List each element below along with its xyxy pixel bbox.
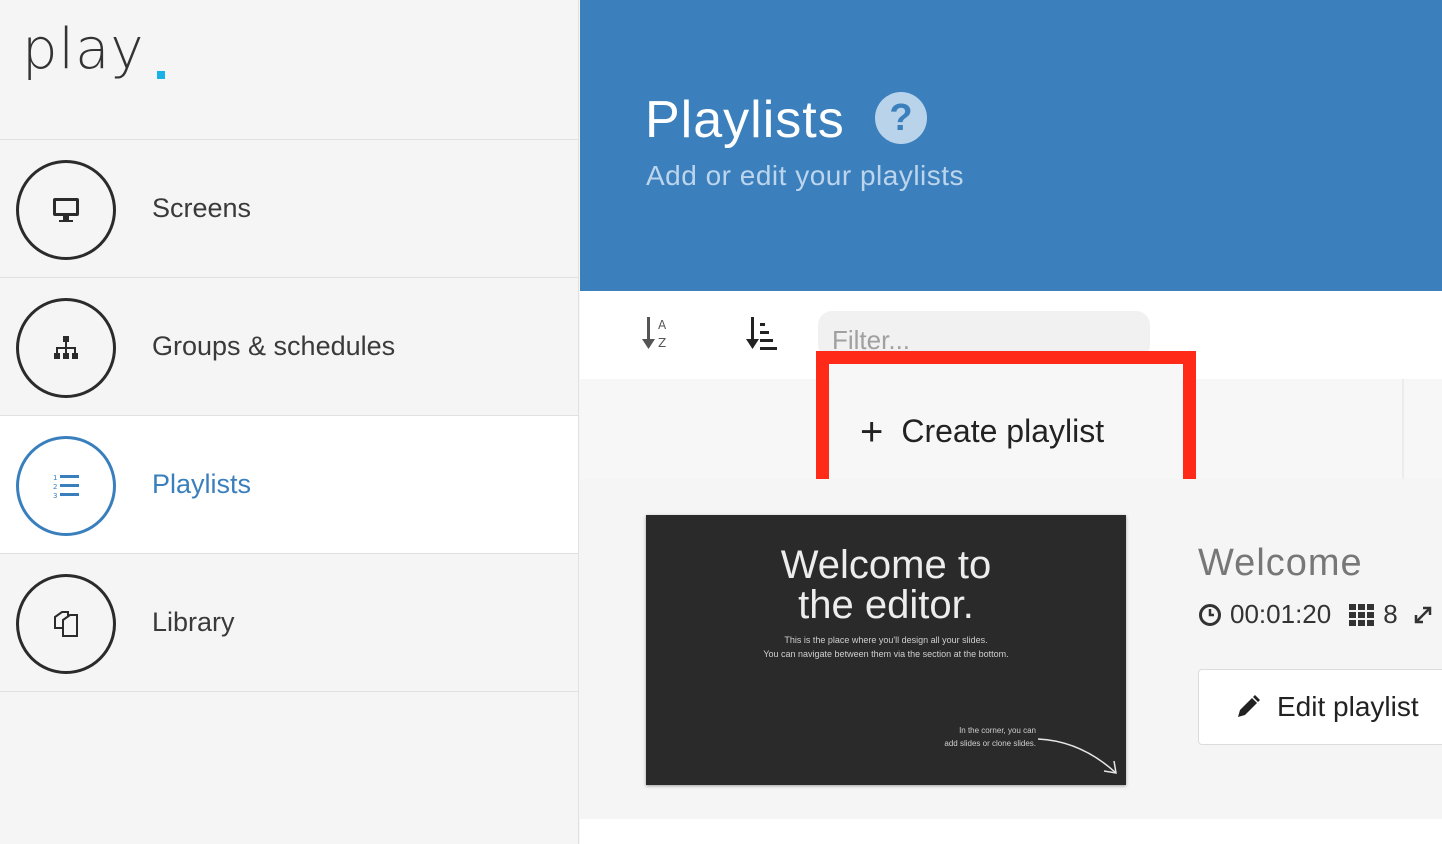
- nav-icon-circle: [16, 160, 116, 260]
- thumbnail-body-line: This is the place where you'll design al…: [784, 635, 988, 645]
- sidebar-item-playlists[interactable]: 1 2 3 Playlists: [0, 416, 578, 554]
- thumbnail-title-line: the editor.: [798, 583, 974, 627]
- thumbnail-title: Welcome to the editor.: [646, 545, 1126, 625]
- svg-text:1: 1: [53, 474, 57, 482]
- svg-text:A: A: [658, 318, 667, 332]
- sidebar-item-label: Groups & schedules: [152, 331, 396, 361]
- list-footer: [580, 819, 1442, 844]
- help-icon[interactable]: ?: [875, 92, 927, 144]
- nav-icon-circle: 1 2 3: [16, 436, 116, 536]
- thumbnail-body-line: You can navigate between them via the se…: [763, 649, 1009, 659]
- edit-playlist-label: Edit playlist: [1277, 691, 1419, 722]
- main-content: Playlists ? Add or edit your playlists A…: [580, 0, 1442, 844]
- page-subtitle: Add or edit your playlists: [646, 160, 965, 191]
- playlist-list: Welcome to the editor. This is the place…: [580, 479, 1442, 819]
- ordered-list-icon: 1 2 3: [53, 474, 79, 500]
- sidebar-item-label: Playlists: [152, 469, 252, 499]
- playlist-meta: 00:01:20 8: [1198, 599, 1442, 630]
- page-title: Playlists: [645, 91, 845, 149]
- pencil-icon: [1238, 695, 1260, 717]
- playlist-duration: 00:01:20: [1230, 599, 1332, 629]
- playlist-slide-count: 8: [1383, 599, 1398, 629]
- monitor-icon: [53, 198, 79, 222]
- nav-icon-circle: [16, 574, 116, 674]
- sort-amount-icon[interactable]: [744, 315, 778, 353]
- sort-alphabetical-icon[interactable]: A Z: [640, 315, 674, 353]
- playlist-name: Welcome: [1198, 542, 1363, 584]
- edit-playlist-button[interactable]: Edit playlist: [1198, 669, 1442, 745]
- playlist-thumbnail[interactable]: Welcome to the editor. This is the place…: [646, 515, 1126, 785]
- clock-icon: [1199, 603, 1221, 626]
- sidebar-item-label: Library: [152, 607, 235, 637]
- arrow-icon: [1037, 738, 1117, 774]
- grid-icon: [1349, 603, 1375, 626]
- logo-dot: [157, 71, 165, 79]
- logo[interactable]: play: [0, 0, 578, 140]
- thumbnail-title-line: Welcome to: [780, 543, 992, 587]
- svg-text:2: 2: [53, 483, 57, 491]
- svg-text:Z: Z: [658, 336, 666, 350]
- sidebar-item-groups-schedules[interactable]: Groups & schedules: [0, 278, 578, 416]
- divider: [1402, 379, 1404, 479]
- expand-icon: [1414, 606, 1431, 623]
- thumbnail-corner-line: In the corner, you can: [959, 726, 1036, 735]
- sidebar-item-label: Screens: [152, 193, 252, 223]
- sidebar: play Screens Groups & schedules 1 2 3 Pl…: [0, 0, 579, 844]
- sitemap-icon: [54, 336, 78, 359]
- copy-icon: [54, 611, 78, 637]
- nav-icon-circle: [16, 298, 116, 398]
- thumbnail-corner-line: add slides or clone slides.: [944, 739, 1036, 748]
- logo-text: play: [22, 17, 145, 82]
- svg-text:3: 3: [53, 492, 57, 500]
- page-header: Playlists ? Add or edit your playlists: [580, 0, 1442, 291]
- sidebar-item-screens[interactable]: Screens: [0, 140, 578, 278]
- sidebar-item-library[interactable]: Library: [0, 554, 578, 692]
